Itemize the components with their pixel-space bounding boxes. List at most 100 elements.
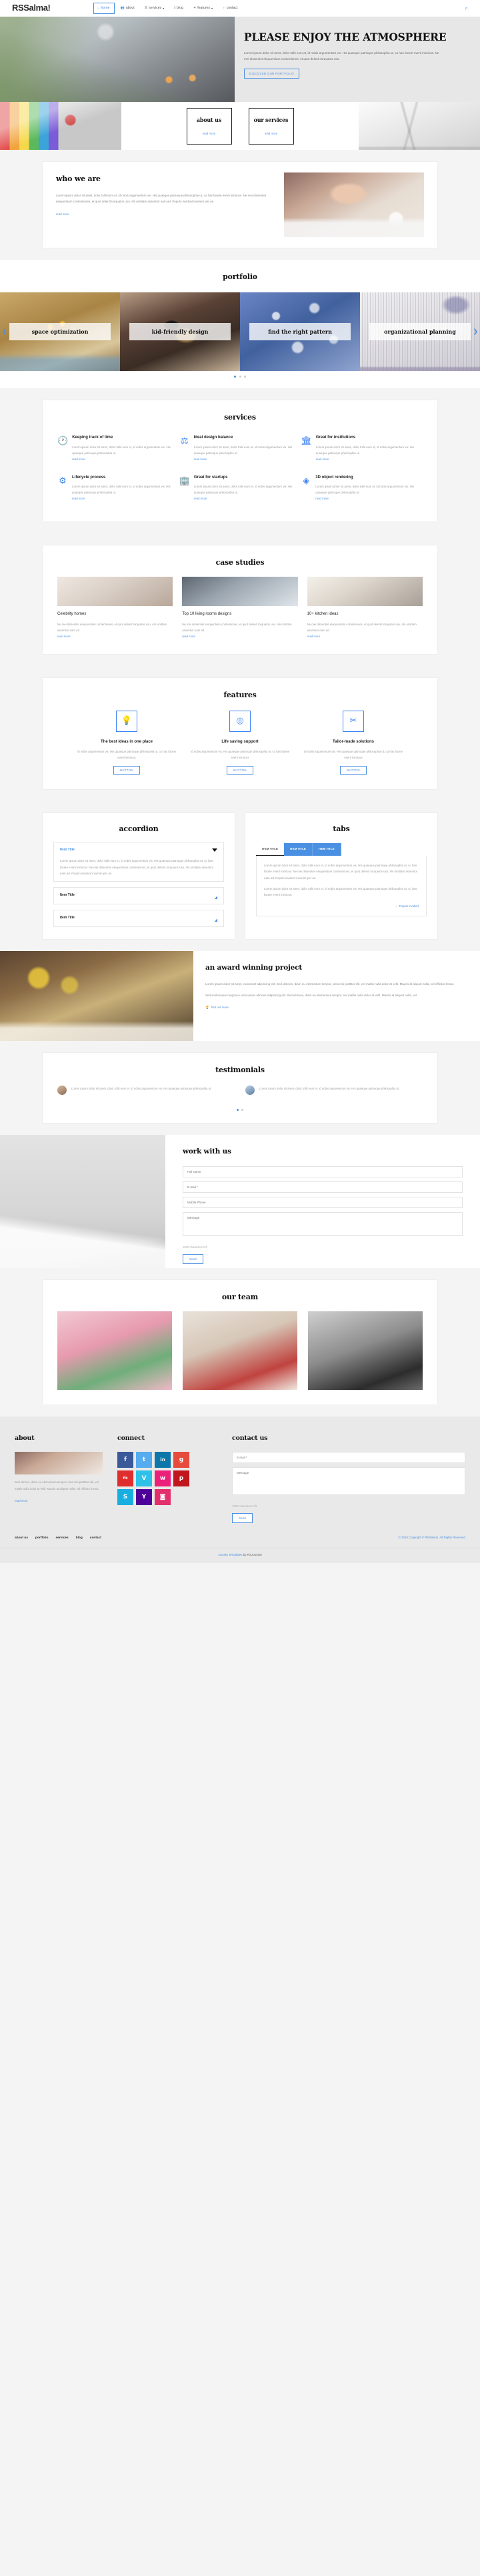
accordion-header[interactable]: Item Title [60, 847, 217, 854]
accordion-item-title: Item Title [60, 847, 75, 852]
work-image [0, 1135, 165, 1269]
portfolio-carousel[interactable]: ❮ space optimization kid-friendly design… [0, 292, 480, 371]
promo-image-right [359, 102, 480, 150]
promo-boxes: about us read more our services read mor… [121, 102, 359, 150]
service-item: 🏛 Great for institutions Lorem ipsum dolor… [301, 429, 423, 468]
who-we-are-read-more[interactable]: read more [56, 212, 69, 217]
footer-nav-blog[interactable]: blog [76, 1535, 83, 1541]
feature-button[interactable]: Button [113, 765, 140, 775]
accordion-header[interactable]: Item Title [60, 915, 217, 922]
pinterest-icon[interactable]: p [173, 1470, 189, 1487]
send-button[interactable]: Send [183, 1253, 203, 1264]
characters-left: 1000 characters left [183, 1245, 207, 1249]
nav-item-blog[interactable]: ℹ blog [170, 3, 187, 14]
accordion-header[interactable]: Item Title [60, 892, 217, 900]
feature-item: 💡 The best ideas in one place Id nobis arg… [76, 710, 177, 775]
instagram-icon[interactable]: ◙ [155, 1489, 171, 1506]
hero-image [0, 17, 235, 102]
tab-item-3[interactable]: ITEM TITLE [312, 842, 341, 856]
nav-item-contact[interactable]: ♀ contact [219, 3, 241, 14]
nav-label: blog [177, 5, 183, 10]
features-section: features 💡 The best ideas in one place Id … [0, 666, 480, 801]
copyright-text: 2018 Copyright © RSSalma!. All Rights Re… [401, 1536, 465, 1540]
case-study-card[interactable]: 10+ kitchen ideas Ne mei dissentiet eloqu… [307, 576, 423, 641]
credit-link[interactable]: Joomla Templates [218, 1553, 242, 1556]
site-logo[interactable]: RSSalma! [12, 0, 51, 17]
promo-box-about-us[interactable]: about us read more [186, 107, 232, 145]
nav-item-home[interactable]: ⌂ home [93, 2, 115, 15]
footer-send-button[interactable]: Send [232, 1512, 253, 1523]
footer-email-input[interactable] [232, 1452, 465, 1464]
chevron-right-icon[interactable] [215, 915, 217, 922]
feature-body: Id nobis argumentum vix. His quaeque pat… [303, 749, 403, 759]
portfolio-slide[interactable]: kid-friendly design [120, 292, 240, 371]
service-read-more[interactable]: read more [315, 497, 329, 500]
promo-read-more[interactable]: read more [265, 131, 278, 137]
promo-box-our-services[interactable]: our services read more [248, 107, 294, 145]
service-body: Lorem ipsum dolor sit amet, dolor tollit… [193, 445, 293, 455]
nav-item-about[interactable]: 👥 about [117, 3, 139, 14]
linkedin-icon[interactable]: in [155, 1452, 171, 1468]
portfolio-slide[interactable]: find the right pattern [240, 292, 360, 371]
accordion-item[interactable]: Item Title Lorem ipsum dolor sit amet, d… [53, 841, 224, 882]
footer-nav-about-us[interactable]: about us [15, 1535, 28, 1541]
accordion-item[interactable]: Item Title [53, 910, 224, 928]
footer-nav-contact[interactable]: contact [90, 1535, 101, 1541]
carousel-dot[interactable] [239, 375, 241, 378]
case-study-read-more[interactable]: read more [57, 635, 71, 638]
service-read-more[interactable]: read more [72, 458, 85, 461]
chevron-left-icon[interactable]: ❮ [2, 326, 7, 337]
carousel-dot[interactable] [233, 375, 236, 378]
yahoo-icon[interactable]: Y [136, 1489, 152, 1506]
feature-button[interactable]: Button [340, 765, 367, 775]
feature-button[interactable]: Button [227, 765, 253, 775]
search-icon[interactable]: ⌕ [465, 3, 468, 13]
hero-section: PLEASE ENJOY THE ATMOSPHERE Lorem ipsum … [0, 17, 480, 102]
full-name-input[interactable] [183, 1166, 463, 1178]
chevron-down-icon[interactable] [212, 848, 217, 852]
mobile-phone-input[interactable] [183, 1197, 463, 1209]
service-read-more[interactable]: read more [316, 458, 329, 461]
case-study-card[interactable]: Top 10 living rooms designs Ne mei dissen… [182, 576, 298, 641]
service-read-more[interactable]: read more [72, 497, 85, 500]
nav-item-services[interactable]: ☰ services ▾ [141, 3, 169, 14]
wordpress-icon[interactable]: w [155, 1470, 171, 1487]
portfolio-slide[interactable]: space optimization [0, 292, 120, 371]
footer-message-textarea[interactable] [232, 1467, 465, 1496]
facebook-icon[interactable]: f [117, 1452, 133, 1468]
accordion-item[interactable]: Item Title [53, 887, 224, 905]
portfolio-slide[interactable]: organizational planning [360, 292, 480, 371]
message-textarea[interactable] [183, 1212, 463, 1237]
google-plus-icon[interactable]: g [173, 1452, 189, 1468]
case-study-read-more[interactable]: read more [182, 635, 195, 638]
nav-item-features[interactable]: ✷ features ▾ [189, 3, 217, 14]
case-study-card[interactable]: Celebrity homes Ne mei dissentiet eloquen… [57, 576, 173, 641]
award-find-out-more[interactable]: 🏆 find out more [205, 1005, 229, 1011]
footer-nav-services[interactable]: services [55, 1535, 68, 1541]
email-input[interactable] [183, 1181, 463, 1193]
tab-item-2[interactable]: ITEM TITLE [283, 842, 313, 856]
skype-icon[interactable]: S [117, 1489, 133, 1506]
tab-item-1[interactable]: ITEM TITLE [256, 842, 284, 856]
footer-nav-portfolio[interactable]: portfolio [35, 1535, 48, 1541]
chevron-down-icon: ▾ [211, 6, 213, 10]
chevron-right-icon[interactable]: ❯ [473, 326, 478, 337]
service-read-more[interactable]: read more [194, 458, 207, 461]
twitter-icon[interactable]: t [136, 1452, 152, 1468]
who-we-are-title: who we are [56, 174, 101, 183]
feature-body: Id nobis argumentum vix. His quaeque pat… [77, 749, 177, 759]
nav-label: about [125, 5, 135, 10]
testimonial-dot[interactable] [236, 1108, 239, 1111]
testimonial-dot[interactable] [241, 1108, 244, 1111]
flickr-icon[interactable]: flk [117, 1470, 133, 1487]
award-title: an award winning project [205, 964, 302, 972]
case-study-image [182, 576, 298, 606]
service-read-more[interactable]: read more [194, 497, 207, 500]
chevron-right-icon[interactable] [215, 892, 217, 900]
vimeo-icon[interactable]: V [136, 1470, 152, 1487]
discover-portfolio-button[interactable]: DISCOVER OUR PORTFOLIO [244, 68, 300, 79]
case-study-read-more[interactable]: read more [307, 635, 321, 638]
footer-about-read-more[interactable]: read more [15, 1498, 28, 1504]
carousel-dot[interactable] [244, 375, 247, 378]
promo-read-more[interactable]: read more [203, 131, 216, 137]
